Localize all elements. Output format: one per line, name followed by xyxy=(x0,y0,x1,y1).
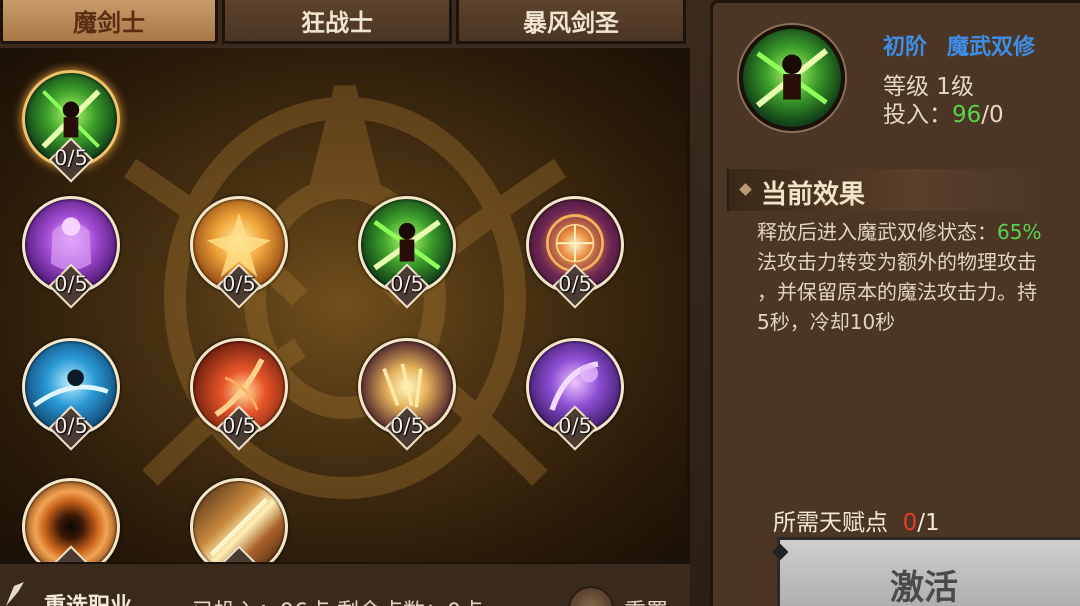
level-badge xyxy=(48,545,94,562)
invest-rest: /0 xyxy=(981,102,1004,128)
talent-level: 0/5 xyxy=(558,272,592,296)
talent-level: 0/5 xyxy=(390,272,424,296)
talent-detail-panel: 初阶 魔武双修 等级 1级 投入：96/0 当前效果 释放后进入魔武双修状态：65… xyxy=(710,0,1080,606)
level-badge: 0/5 xyxy=(48,263,94,309)
quill-icon xyxy=(6,582,24,606)
invest-current: 96 xyxy=(952,102,982,128)
section-title: 当前效果 xyxy=(761,180,866,210)
desc-text: 释放后进入魔武双修状态： xyxy=(757,220,997,244)
skill-name: 魔武双修 xyxy=(947,35,1036,60)
required-points: 所需天赋点 0/1 xyxy=(773,503,940,537)
talent-node[interactable] xyxy=(190,478,290,562)
level-badge: 0/5 xyxy=(216,405,262,451)
effect-section-header: 当前效果 xyxy=(727,169,1039,211)
dual-cultivation-icon xyxy=(739,25,845,131)
activate-button[interactable]: 激活 xyxy=(771,537,1080,606)
skill-invest: 投入：96/0 xyxy=(883,95,1004,129)
talent-node[interactable]: 0/5 xyxy=(190,338,290,451)
level-badge: 0/5 xyxy=(48,405,94,451)
tab-magic-swordsman[interactable]: 魔剑士 xyxy=(0,0,218,44)
level-badge: 0/5 xyxy=(552,263,598,309)
level-badge: 0/5 xyxy=(384,263,430,309)
skill-tier: 初阶 xyxy=(883,35,928,60)
required-current: 0 xyxy=(902,510,918,536)
corner-decoration xyxy=(771,543,789,561)
talent-level: 0/5 xyxy=(54,414,88,438)
talent-tree: 0/5 0/5 0/5 0/5 0/5 0/5 0/5 0/5 0/5 xyxy=(0,48,690,562)
talent-level: 0/5 xyxy=(222,414,256,438)
talent-screen: 魔剑士 狂战士 暴风剑圣 0/5 0/5 0/5 0/5 0/5 0/5 0/5… xyxy=(0,0,1080,606)
tab-storm-sword-saint[interactable]: 暴风剑圣 xyxy=(456,0,686,44)
talent-node[interactable]: 0/5 xyxy=(358,338,458,451)
reset-icon[interactable] xyxy=(568,586,614,606)
bottom-bar: 重选职业 已投入：96点 剩余点数：0点 重置 xyxy=(0,562,690,606)
reselect-class-button[interactable]: 重选职业 xyxy=(44,588,132,606)
skill-title: 初阶 魔武双修 xyxy=(883,29,1035,61)
desc-highlight: 65% xyxy=(997,220,1042,244)
desc-line: 释放后进入魔武双修状态：65% xyxy=(757,217,1080,247)
talent-node[interactable]: 0/5 xyxy=(22,196,122,309)
tab-berserker[interactable]: 狂战士 xyxy=(222,0,452,44)
desc-line: 法攻击力转变为额外的物理攻击 xyxy=(757,250,1037,274)
level-badge: 0/5 xyxy=(48,137,94,183)
talent-level: 0/5 xyxy=(54,146,88,170)
reset-button[interactable]: 重置 xyxy=(624,594,668,606)
invest-label: 投入： xyxy=(883,102,952,128)
desc-line: ，并保留原本的魔法攻击力。持 xyxy=(757,280,1037,304)
talent-level: 0/5 xyxy=(558,414,592,438)
talent-node[interactable]: 0/5 xyxy=(358,196,458,309)
talent-node[interactable]: 0/5 xyxy=(526,196,626,309)
activate-label: 激活 xyxy=(890,568,958,606)
talent-node[interactable]: 0/5 xyxy=(22,70,122,183)
desc-line: 5秒，冷却10秒 xyxy=(757,310,896,334)
talent-node[interactable]: 0/5 xyxy=(190,196,290,309)
talent-level: 0/5 xyxy=(222,272,256,296)
level-badge: 0/5 xyxy=(384,405,430,451)
invested-points-text: 已投入：96点 剩余点数：0点 xyxy=(192,594,483,606)
talent-level: 0/5 xyxy=(390,414,424,438)
diamond-bullet-icon xyxy=(739,183,752,196)
effect-description: 释放后进入魔武双修状态：65% 法攻击力转变为额外的物理攻击 ，并保留原本的魔法… xyxy=(757,217,1080,337)
talent-node[interactable]: 0/5 xyxy=(526,338,626,451)
required-total: /1 xyxy=(917,510,940,536)
level-badge xyxy=(216,545,262,562)
talent-node[interactable] xyxy=(22,478,122,562)
talent-node[interactable]: 0/5 xyxy=(22,338,122,451)
level-badge: 0/5 xyxy=(552,405,598,451)
required-label: 所需天赋点 xyxy=(773,510,888,536)
class-tabs: 魔剑士 狂战士 暴风剑圣 xyxy=(0,0,690,46)
talent-level: 0/5 xyxy=(54,272,88,296)
level-badge: 0/5 xyxy=(216,263,262,309)
